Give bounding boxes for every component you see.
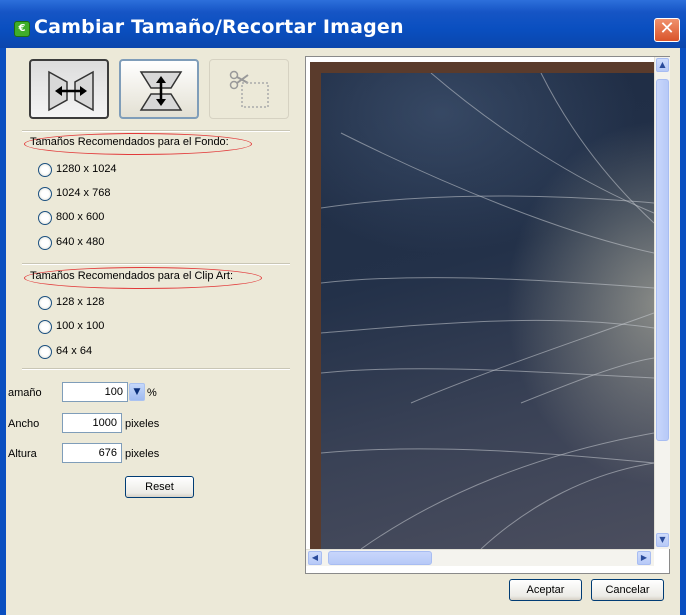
scroll-up-icon[interactable]: ▲ — [656, 58, 669, 72]
scroll-right-icon[interactable]: ▶ — [637, 551, 651, 565]
separator — [22, 130, 290, 132]
reset-button[interactable]: Reset — [125, 476, 194, 498]
width-label: Ancho — [8, 418, 40, 430]
spider-web-image — [321, 73, 654, 549]
fit-width-button[interactable] — [29, 59, 109, 119]
height-unit: pixeles — [125, 448, 160, 460]
size-percent-input[interactable]: 100 — [62, 382, 128, 402]
radio-label: 1280 x 1024 — [56, 163, 117, 175]
scroll-down-icon[interactable]: ▼ — [656, 533, 669, 547]
close-button[interactable]: ✕ — [654, 18, 680, 42]
crop-icon — [229, 70, 269, 108]
resize-crop-dialog: € Cambiar Tamaño/Recortar Imagen ✕ Tamañ… — [0, 0, 686, 615]
radio-64x64[interactable] — [38, 345, 52, 359]
radio-label: 640 x 480 — [56, 236, 105, 248]
vertical-resize-icon — [139, 71, 183, 111]
title-bar[interactable]: € Cambiar Tamaño/Recortar Imagen ✕ — [0, 0, 686, 48]
size-dropdown-button[interactable]: ▼ — [129, 383, 145, 401]
vertical-scroll-thumb[interactable] — [656, 79, 669, 441]
crop-button[interactable] — [209, 59, 289, 119]
radio-640x480[interactable] — [38, 236, 52, 250]
cancel-button[interactable]: Cancelar — [591, 579, 664, 601]
accept-button[interactable]: Aceptar — [509, 579, 582, 601]
radio-label: 64 x 64 — [56, 345, 93, 357]
radio-100x100[interactable] — [38, 320, 52, 334]
background-sizes-label: Tamaños Recomendados para el Fondo: — [30, 136, 229, 148]
separator — [22, 263, 290, 265]
size-label: amaño — [8, 387, 42, 399]
horizontal-resize-icon — [48, 70, 94, 112]
window-title: Cambiar Tamaño/Recortar Imagen — [34, 16, 404, 38]
size-unit: % — [147, 387, 157, 399]
clipart-sizes-label: Tamaños Recomendados para el Clip Art: — [30, 270, 233, 282]
preview-image — [321, 73, 654, 549]
height-input[interactable]: 676 — [62, 443, 122, 463]
app-icon: € — [14, 21, 30, 37]
height-label: Altura — [8, 448, 37, 460]
horizontal-scroll-thumb[interactable] — [328, 551, 432, 565]
radio-1280x1024[interactable] — [38, 163, 52, 177]
radio-128x128[interactable] — [38, 296, 52, 310]
radio-label: 1024 x 768 — [56, 187, 111, 199]
vertical-scrollbar[interactable]: ▲ ▼ — [654, 57, 670, 549]
window-border-right — [680, 48, 686, 615]
separator — [22, 368, 290, 370]
window-border-left — [0, 48, 6, 615]
radio-800x600[interactable] — [38, 211, 52, 225]
radio-label: 128 x 128 — [56, 296, 105, 308]
width-input[interactable]: 1000 — [62, 413, 122, 433]
radio-label: 800 x 600 — [56, 211, 105, 223]
horizontal-scrollbar[interactable]: ◀ ▶ — [306, 549, 654, 566]
width-unit: pixeles — [125, 418, 160, 430]
radio-label: 100 x 100 — [56, 320, 105, 332]
radio-1024x768[interactable] — [38, 187, 52, 201]
scroll-left-icon[interactable]: ◀ — [308, 551, 322, 565]
fit-height-button[interactable] — [119, 59, 199, 119]
